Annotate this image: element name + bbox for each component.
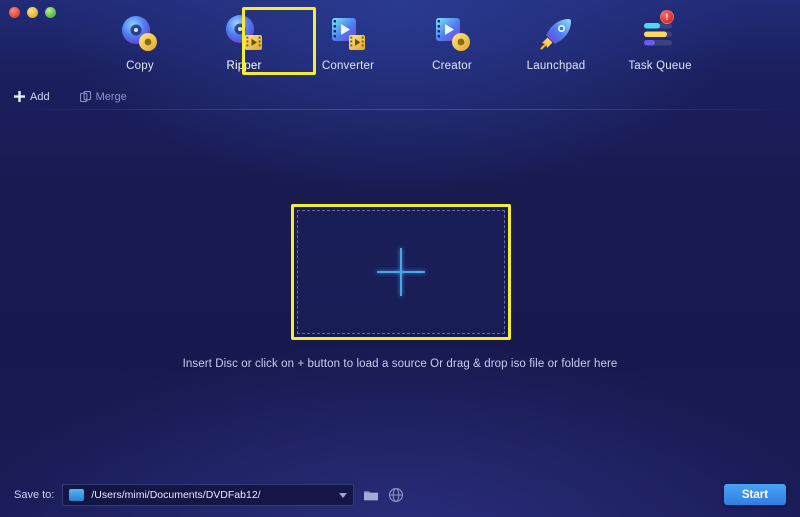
- module-nav: Copy Ripper Converter Creator Launchpad …: [0, 0, 800, 78]
- output-path-value[interactable]: /Users/mimi/Documents/DVDFab12/: [91, 489, 332, 501]
- dvdfab-window: Copy Ripper Converter Creator Launchpad …: [0, 0, 800, 517]
- folder-icon: [69, 489, 85, 501]
- bottom-bar: Save to: /Users/mimi/Documents/DVDFab12/…: [0, 473, 800, 517]
- chevron-down-icon[interactable]: [339, 492, 348, 498]
- source-dropzone[interactable]: [297, 210, 505, 334]
- nav-label-task-queue: Task Queue: [628, 60, 692, 72]
- output-path-field[interactable]: /Users/mimi/Documents/DVDFab12/: [62, 484, 355, 506]
- nav-label-ripper: Ripper: [226, 60, 262, 72]
- globe-icon: [389, 487, 404, 503]
- toolbar-divider: [0, 109, 800, 110]
- start-button[interactable]: Start: [724, 484, 786, 505]
- nav-item-converter[interactable]: Converter: [309, 10, 387, 74]
- nav-label-copy: Copy: [126, 60, 154, 72]
- folder-icon: [364, 491, 379, 501]
- add-source-label: Add: [30, 90, 50, 103]
- film-play-icon: [327, 13, 369, 55]
- online-source-button[interactable]: [388, 487, 404, 503]
- plus-icon[interactable]: [377, 248, 425, 296]
- merge-label: Merge: [95, 90, 127, 103]
- nav-item-ripper[interactable]: Ripper: [205, 10, 283, 74]
- nav-item-launchpad[interactable]: Launchpad: [517, 10, 595, 74]
- nav-label-converter: Converter: [321, 60, 375, 72]
- save-to-label: Save to:: [14, 489, 55, 501]
- plus-icon: [14, 91, 25, 102]
- task-queue-badge: !: [660, 10, 674, 24]
- source-toolbar: Add Merge: [0, 84, 800, 109]
- merge-icon: [79, 91, 91, 102]
- browse-folder-button[interactable]: [363, 487, 379, 503]
- merge-button[interactable]: Merge: [79, 90, 127, 103]
- nav-label-launchpad: Launchpad: [526, 60, 586, 72]
- rocket-icon: [535, 13, 577, 55]
- nav-label-creator: Creator: [432, 60, 472, 72]
- disc-gear-icon: [119, 13, 161, 55]
- nav-item-creator[interactable]: Creator: [413, 10, 491, 74]
- nav-item-copy[interactable]: Copy: [101, 10, 179, 74]
- add-source-button[interactable]: Add: [14, 91, 50, 103]
- dropzone-hint: Insert Disc or click on + button to load…: [182, 358, 618, 370]
- disc-film-icon: [223, 13, 265, 55]
- task-bars-icon: !: [639, 10, 681, 55]
- nav-item-task-queue[interactable]: ! Task Queue: [621, 10, 699, 74]
- film-disc-icon: [431, 13, 473, 55]
